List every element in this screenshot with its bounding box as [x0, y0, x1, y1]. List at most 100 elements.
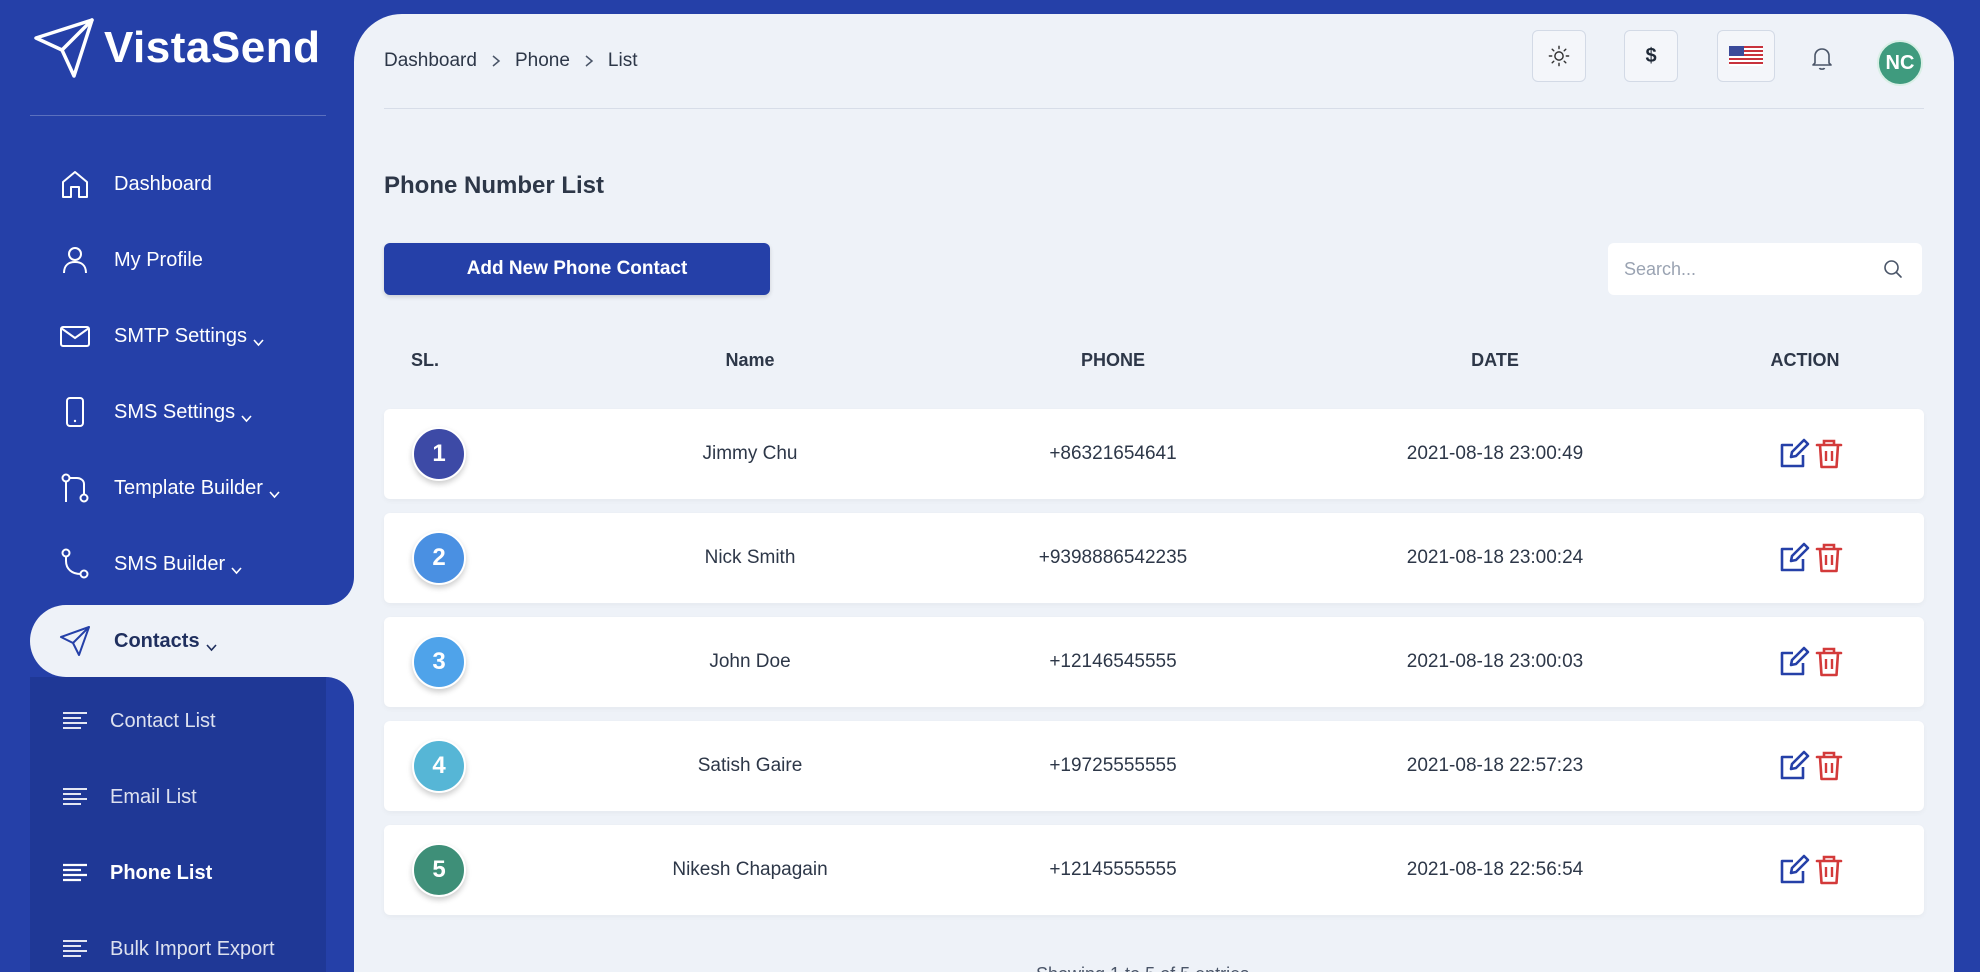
table-row: 3 John Doe +12146545555 2021-08-18 23:00:03	[384, 617, 1924, 707]
submenu-item-phone-list[interactable]: Phone List	[30, 843, 326, 903]
align-left-icon	[60, 706, 90, 736]
edit-icon[interactable]	[1777, 749, 1811, 783]
cell-date: 2021-08-18 23:00:03	[1406, 651, 1584, 672]
cell-phone: +86321654641	[1049, 443, 1177, 464]
cell-date: 2021-08-18 22:57:23	[1406, 755, 1584, 776]
table-row: 5 Nikesh Chapagain +12145555555 2021-08-18 …	[384, 825, 1924, 915]
sl-badge: 3	[412, 635, 466, 689]
delete-icon[interactable]	[1812, 749, 1846, 783]
align-left-icon	[60, 934, 90, 964]
cell-name: John Doe	[709, 651, 791, 672]
sidebar-divider	[30, 115, 326, 116]
sl-badge: 2	[412, 531, 466, 585]
sl-badge: 4	[412, 739, 466, 793]
logo-text: VistaSend	[104, 23, 321, 72]
edit-icon[interactable]	[1777, 853, 1811, 887]
sidebar-item-contacts[interactable]: Contacts	[30, 605, 354, 677]
cell-phone: +12146545555	[1049, 651, 1177, 672]
sidebar-item-my-profile[interactable]: My Profile	[30, 224, 326, 296]
phone-device-icon	[58, 395, 92, 429]
cell-date: 2021-08-18 23:00:49	[1406, 443, 1584, 464]
edit-icon[interactable]	[1777, 541, 1811, 575]
sl-badge: 1	[412, 427, 466, 481]
search-icon[interactable]	[1882, 258, 1904, 280]
sidebar-item-label: SMS Settings	[114, 400, 236, 423]
align-left-icon	[60, 782, 90, 812]
submenu-item-label: Contact List	[110, 709, 216, 732]
edit-icon[interactable]	[1777, 645, 1811, 679]
header-phone: PHONE	[1080, 350, 1146, 370]
sl-badge: 5	[412, 843, 466, 897]
cell-name: Satish Gaire	[697, 755, 803, 776]
search-input[interactable]	[1624, 258, 1874, 280]
chevron-down-icon	[253, 331, 264, 346]
edit-icon[interactable]	[1777, 437, 1811, 471]
page-title: Phone Number List	[384, 172, 605, 199]
sidebar-item-sms-settings[interactable]: SMS Settings	[30, 376, 326, 448]
currency-button[interactable]: $	[1624, 30, 1678, 82]
git-pull-icon	[58, 471, 92, 505]
cell-phone: +12145555555	[1049, 859, 1177, 880]
delete-icon[interactable]	[1812, 853, 1846, 887]
sidebar-item-template-builder[interactable]: Template Builder	[30, 452, 326, 524]
send-icon	[58, 624, 92, 658]
cell-name: Jimmy Chu	[702, 443, 798, 464]
sidebar-item-label: SMTP Settings	[114, 324, 248, 347]
contacts-submenu: Contact List Email List Phone List Bulk …	[30, 677, 326, 972]
avatar[interactable]: NC	[1877, 40, 1923, 86]
cell-phone: +19725555555	[1049, 755, 1177, 776]
language-button[interactable]	[1717, 30, 1775, 82]
cell-name: Nick Smith	[704, 547, 796, 568]
chevron-right-icon	[489, 54, 503, 68]
add-phone-contact-button[interactable]: Add New Phone Contact	[384, 243, 770, 295]
sidebar: VistaSend Dashboard My Profile SMTP Sett…	[0, 0, 354, 972]
git-branch-icon	[58, 547, 92, 581]
table-footer-info: Showing 1 to 5 of 5 entries	[1036, 964, 1249, 972]
main-panel: Dashboard Phone List $ NC Phone Number L…	[354, 14, 1954, 972]
align-left-icon	[60, 858, 90, 888]
breadcrumb: Dashboard Phone List	[384, 50, 637, 72]
theme-toggle-button[interactable]	[1532, 30, 1586, 82]
sidebar-item-label: SMS Builder	[114, 552, 226, 575]
sidebar-item-label: Contacts	[114, 629, 200, 652]
sun-icon	[1548, 45, 1570, 67]
chevron-down-icon	[231, 559, 242, 574]
sidebar-item-label: Template Builder	[114, 476, 263, 499]
active-curve-bottom	[326, 677, 354, 722]
search-box	[1608, 243, 1922, 295]
active-curve-top	[326, 560, 354, 605]
logo[interactable]: VistaSend	[32, 16, 320, 80]
table-row: 1 Jimmy Chu +86321654641 2021-08-18 23:00:4…	[384, 409, 1924, 499]
cell-date: 2021-08-18 23:00:24	[1406, 547, 1584, 568]
header-name: Name	[725, 350, 775, 370]
table-header: SL. Name PHONE DATE ACTION	[384, 350, 1924, 380]
breadcrumb-phone[interactable]: Phone	[515, 50, 570, 72]
chevron-right-icon	[582, 54, 596, 68]
header-action: ACTION	[1770, 350, 1840, 370]
breadcrumb-dashboard[interactable]: Dashboard	[384, 50, 477, 72]
submenu-item-label: Bulk Import Export	[110, 937, 275, 960]
sidebar-item-label: My Profile	[114, 248, 203, 271]
sidebar-item-dashboard[interactable]: Dashboard	[30, 148, 326, 220]
submenu-item-contact-list[interactable]: Contact List	[30, 691, 326, 751]
delete-icon[interactable]	[1812, 437, 1846, 471]
delete-icon[interactable]	[1812, 645, 1846, 679]
header-sl: SL.	[411, 350, 440, 370]
us-flag-icon	[1729, 46, 1763, 66]
submenu-item-label: Email List	[110, 785, 197, 808]
cell-name: Nikesh Chapagain	[672, 859, 828, 880]
submenu-item-email-list[interactable]: Email List	[30, 767, 326, 827]
submenu-item-bulk-import-export[interactable]: Bulk Import Export	[30, 919, 326, 972]
sidebar-item-smtp-settings[interactable]: SMTP Settings	[30, 300, 326, 372]
delete-icon[interactable]	[1812, 541, 1846, 575]
sidebar-item-sms-builder[interactable]: SMS Builder	[30, 528, 326, 600]
cell-date: 2021-08-18 22:56:54	[1406, 859, 1584, 880]
breadcrumb-list: List	[607, 50, 638, 71]
mail-icon	[58, 319, 92, 353]
bell-icon[interactable]	[1808, 44, 1836, 72]
header-divider	[384, 108, 1924, 109]
sidebar-item-label: Dashboard	[114, 172, 212, 195]
header-date: DATE	[1471, 350, 1519, 370]
cell-phone: +9398886542235	[1038, 547, 1188, 568]
chevron-down-icon	[241, 407, 252, 422]
